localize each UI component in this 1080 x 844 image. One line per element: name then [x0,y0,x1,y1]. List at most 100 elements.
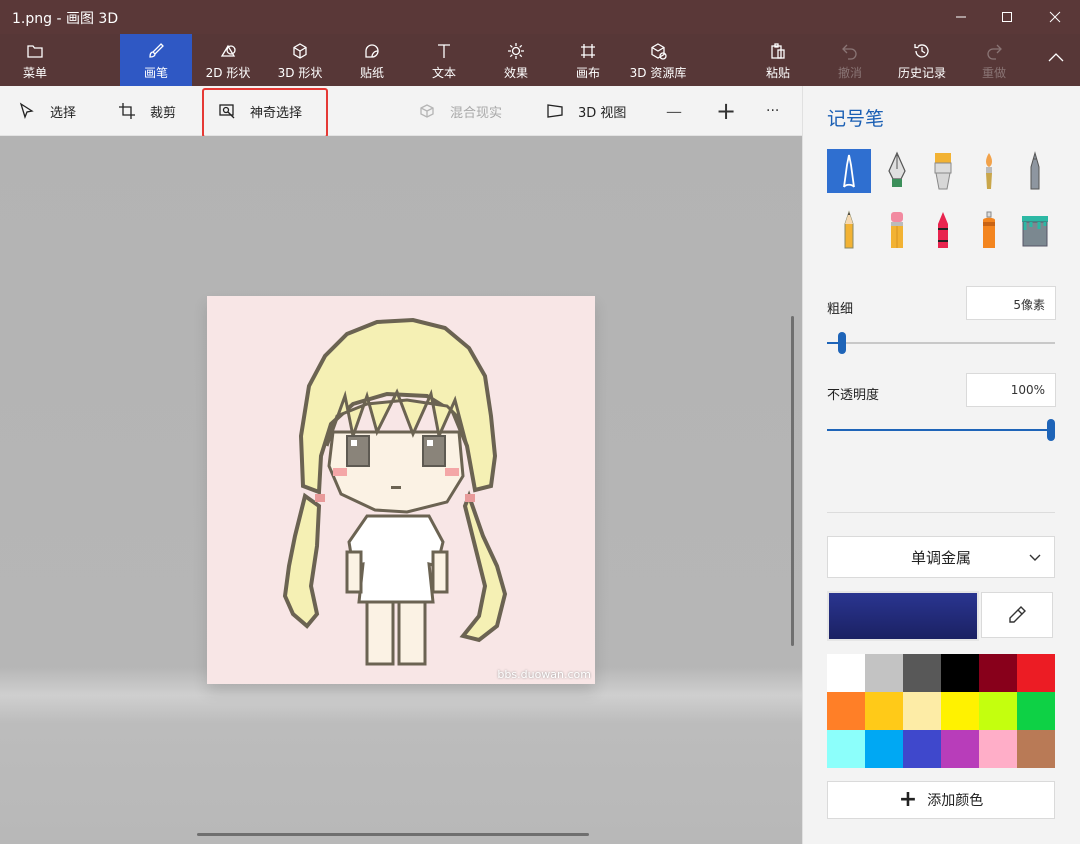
menu-button[interactable]: 菜单 [10,34,60,86]
opacity-label: 不透明度 [827,388,880,403]
color-swatch[interactable] [1017,692,1055,730]
brush-crayon[interactable] [921,208,965,252]
brush-calligraphy-pen[interactable] [875,149,919,193]
3d-view-button[interactable]: 3D 视图 [546,86,626,136]
color-swatch[interactable] [903,692,941,730]
zoom-out-button[interactable]: — [666,86,682,136]
brush-watercolor[interactable] [967,149,1011,193]
redo-button[interactable]: 重做 [970,34,1018,86]
brush-spray-can[interactable] [967,208,1011,252]
tab-effects[interactable]: 效果 [484,34,548,86]
spray-can-icon [983,211,995,248]
color-swatch[interactable] [1017,654,1055,692]
color-swatch[interactable] [979,730,1017,768]
undo-icon [842,44,857,60]
add-color-button[interactable]: + 添加颜色 [827,781,1055,819]
watercolor-icon [986,153,992,189]
canvas-image[interactable]: bbs.duowan.com [207,296,595,684]
color-swatch[interactable] [941,730,979,768]
menu-label: 菜单 [22,66,47,80]
3d-view-icon [547,104,563,118]
color-palette [827,654,1055,768]
undo-button[interactable]: 撤消 [826,34,874,86]
crop-icon [119,103,135,119]
select-button[interactable]: 选择 [18,86,76,136]
calligraphy-pen-icon [888,151,906,187]
zoom-in-button[interactable]: + [716,86,736,136]
color-swatch[interactable] [827,692,865,730]
thickness-input[interactable]: 5像素 [966,286,1056,320]
color-swatch[interactable] [903,654,941,692]
history-button[interactable]: 历史记录 [890,34,954,86]
effects-icon [508,43,524,59]
thickness-slider-thumb[interactable] [838,332,846,354]
folder-icon [27,45,43,58]
text-icon [438,44,450,58]
image-watermark: bbs.duowan.com [497,668,591,681]
tab-label: 2D 形状 [205,66,251,80]
material-label: 单调金属 [910,548,971,567]
pencil-icon [844,210,854,249]
vertical-scrollbar[interactable] [791,316,794,646]
tab-canvas[interactable]: 画布 [556,34,620,86]
tab-stickers[interactable]: 贴纸 [340,34,404,86]
brush-fill[interactable] [1013,208,1057,252]
horizontal-scrollbar[interactable] [197,833,589,836]
tab-3d-library[interactable]: 3D 资源库 [626,34,690,86]
opacity-input[interactable]: 100% [966,373,1056,407]
chevron-up-icon [1048,53,1064,62]
color-swatch[interactable] [1017,730,1055,768]
brush-pixel-pen[interactable] [1013,149,1057,193]
brush-oil[interactable] [921,149,965,193]
color-swatch[interactable] [827,654,865,692]
color-swatch[interactable] [865,730,903,768]
magic-select-button[interactable]: 神奇选择 [218,86,302,136]
color-swatch[interactable] [865,654,903,692]
mixed-reality-button[interactable]: 混合现实 [418,86,502,136]
paste-button[interactable]: 粘贴 [752,34,804,86]
pixel-character-image [282,317,508,666]
color-swatch[interactable] [865,692,903,730]
maximize-icon [1002,12,1012,22]
color-swatch[interactable] [979,692,1017,730]
current-color-swatch[interactable] [827,591,979,641]
magic-select-label: 神奇选择 [250,105,303,121]
color-swatch[interactable] [827,730,865,768]
paste-label: 粘贴 [765,66,790,80]
minimize-button[interactable] [938,0,984,34]
thickness-slider-fill [827,342,838,344]
color-swatch[interactable] [941,654,979,692]
tab-2d-shapes[interactable]: 2D 形状 [196,34,260,86]
opacity-slider-thumb[interactable] [1047,419,1055,441]
color-swatch[interactable] [941,692,979,730]
brush-eraser[interactable] [875,208,919,252]
maximize-button[interactable] [984,0,1030,34]
undo-label: 撤消 [837,66,862,80]
thickness-slider-track[interactable] [827,342,1055,344]
opacity-slider-track[interactable] [827,429,1055,431]
close-button[interactable] [1032,0,1078,34]
close-icon [1049,11,1061,23]
eyedropper-button[interactable] [981,592,1053,638]
material-dropdown[interactable]: 单调金属 [827,536,1055,578]
crop-label: 裁剪 [150,105,177,121]
history-label: 历史记录 [897,66,946,80]
collapse-ribbon-button[interactable] [1036,34,1076,86]
brush-pencil[interactable] [827,208,871,252]
tab-label: 画笔 [143,66,168,80]
more-options-button[interactable]: ··· [766,86,779,136]
color-swatch[interactable] [903,730,941,768]
brush-marker[interactable] [827,149,871,193]
redo-icon [987,44,1002,60]
tab-3d-shapes[interactable]: 3D 形状 [268,34,332,86]
color-swatch[interactable] [979,654,1017,692]
panel-divider [827,512,1055,513]
chevron-down-icon [1029,554,1041,561]
3d-library-icon [651,43,667,60]
title-bar: 1.png - 画图 3D [0,0,1080,34]
canvas-icon [581,44,595,58]
crop-button[interactable]: 裁剪 [118,86,176,136]
tab-brushes[interactable]: 画笔 [120,34,192,86]
tab-label: 画布 [575,66,600,80]
tab-text[interactable]: 文本 [412,34,476,86]
